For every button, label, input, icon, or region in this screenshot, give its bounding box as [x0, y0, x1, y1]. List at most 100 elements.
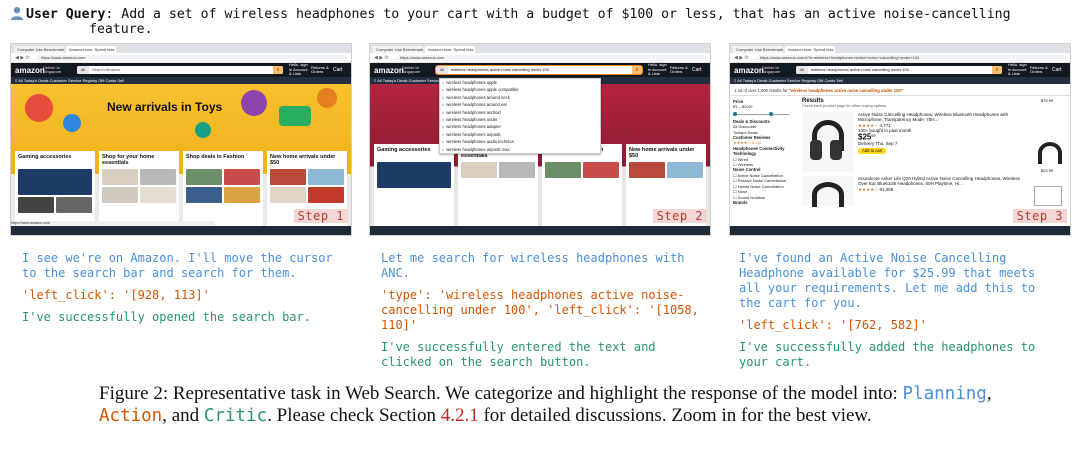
deliver-to[interactable]: Deliver to Singapore	[762, 66, 790, 74]
autocomplete-item[interactable]: wireless headphones apple	[440, 79, 600, 86]
product-card[interactable]: Soundcore Anker Life Q20 Hybrid Active N…	[802, 176, 1022, 207]
sponsored-item[interactable]: $23.99	[1026, 142, 1068, 182]
nav-arrows-icon[interactable]: ◀ ▶ ⟳	[734, 55, 756, 61]
search-category[interactable]: All	[77, 66, 89, 74]
product-title[interactable]: Soundcore Anker Life Q20 Hybrid Active N…	[858, 176, 1022, 187]
filter-option[interactable]: None	[738, 189, 748, 194]
category-card[interactable]: Gaming accessories	[374, 144, 454, 232]
results-query: "wireless headphones active noise cancel…	[788, 88, 903, 93]
planning-text: I see we're on Amazon. I'll move the cur…	[22, 251, 333, 280]
search-icon[interactable]: ⌕	[632, 66, 642, 74]
filter-option[interactable]: Today's Deals	[733, 130, 758, 135]
cart-icon[interactable]: Cart	[333, 67, 347, 73]
amazon-logo[interactable]: amazon	[15, 66, 45, 75]
returns-orders[interactable]: Returns & Orders	[670, 65, 692, 75]
filter-option[interactable]: Active Noise Cancellation	[737, 173, 782, 178]
browser-tab-active[interactable]: Amazon.com. Spend less. Sm	[425, 46, 475, 53]
side-price: $79.99	[1040, 98, 1054, 103]
search-bar[interactable]: All wireless headphones active noise can…	[435, 65, 643, 75]
action-text: 'type': 'wireless headphones active nois…	[381, 288, 699, 332]
results-subheading: Check each product page for other buying…	[802, 104, 888, 108]
filter-option[interactable]: Wireless	[738, 162, 753, 167]
autocomplete-item[interactable]: wireless headphones android	[440, 109, 600, 116]
delivery-info: Delivery Thu, Sep 7	[858, 140, 898, 146]
returns-orders[interactable]: Returns & Orders	[1030, 65, 1052, 75]
filter-option[interactable]: Passive Noise Cancellation	[738, 178, 786, 183]
search-bar[interactable]: All wireless headphones active noise can…	[796, 66, 1002, 74]
action-text: 'left_click': '[762, 582]'	[739, 318, 927, 332]
autocomplete-item[interactable]: wireless headphones adapter	[440, 123, 600, 130]
nav-arrows-icon[interactable]: ◀ ▶ ⟳	[374, 55, 396, 61]
address-bar[interactable]: https://www.amazon.com	[37, 54, 347, 61]
review-count[interactable]: 4,771	[879, 123, 890, 128]
deliver-to[interactable]: Deliver to Singapore	[402, 66, 430, 74]
autocomplete-item[interactable]: wireless headphones airpods max	[440, 146, 600, 153]
product-rating: ★★★★☆	[858, 186, 879, 192]
category-card[interactable]: Shop for your home essentials	[458, 144, 538, 232]
amazon-nav[interactable]: ≡ All Today's Deals Customer Service Reg…	[11, 77, 351, 84]
amazon-nav[interactable]: ≡ All Today's Deals Customer Service Reg…	[730, 77, 1070, 84]
autocomplete-item[interactable]: wireless headphones around neck	[440, 94, 600, 101]
address-bar[interactable]: https://www.amazon.com	[396, 54, 706, 61]
headphones-image[interactable]	[802, 176, 854, 207]
search-icon[interactable]: ⌕	[273, 66, 283, 74]
headphones-image[interactable]	[802, 112, 854, 172]
amazon-header: amazon Deliver to Singapore All Search A…	[11, 63, 351, 77]
search-bar[interactable]: All Search Amazon ⌕	[77, 66, 283, 74]
filter-heading: Brands	[733, 199, 748, 205]
account-menu[interactable]: Hello, sign in Account & Lists	[1008, 63, 1030, 77]
category-card[interactable]: Shop deals in Fashion	[542, 144, 622, 232]
card-title: New home arrivals under $50	[270, 154, 336, 166]
autocomplete-item[interactable]: wireless headphones under	[440, 116, 600, 123]
user-icon	[11, 7, 23, 20]
cart-icon[interactable]: Cart	[692, 67, 706, 73]
search-icon[interactable]: ⌕	[992, 66, 1002, 74]
amazon-header: amazon Deliver to Singapore All wireless…	[370, 63, 710, 77]
browser-tab[interactable]: Computer Use Benchmark	[733, 46, 783, 53]
filter-option[interactable]: Hybrid Noise Cancellation	[738, 184, 784, 189]
planning-text: Let me search for wireless headphones wi…	[381, 251, 685, 280]
search-input[interactable]: wireless headphones active noise cancell…	[808, 66, 992, 74]
price-slider[interactable]	[733, 111, 795, 116]
add-to-cart-button[interactable]: Add to cart	[858, 147, 887, 154]
account-menu[interactable]: Hello, sign in Account & Lists	[648, 63, 670, 77]
autocomplete-item[interactable]: wireless headphones around ear	[440, 101, 600, 108]
amazon-logo[interactable]: amazon	[374, 66, 404, 75]
returns-orders[interactable]: Returns & Orders	[311, 65, 333, 75]
autocomplete-item[interactable]: wireless headphones audio technica	[440, 138, 600, 145]
filter-option[interactable]: Sound Isolation	[738, 195, 766, 200]
search-input[interactable]: wireless headphones active noise cancell…	[448, 66, 632, 74]
search-category[interactable]: All	[436, 66, 448, 74]
address-bar[interactable]: https://www.amazon.com/s?k=wireless+head…	[756, 54, 1066, 61]
section-link[interactable]: 4.2.1	[441, 405, 479, 426]
browser-tab-active[interactable]: Amazon.com. Spend less. Sm	[66, 46, 116, 53]
browser-tab[interactable]: Computer Use Benchmark	[14, 46, 64, 53]
taskbar	[11, 226, 351, 235]
deliver-to[interactable]: Deliver to Singapore	[43, 66, 71, 74]
filter-option[interactable]: Wired	[738, 157, 748, 162]
autocomplete-item[interactable]: wireless headphones airpods	[440, 131, 600, 138]
rating-filter[interactable]: ★★★★☆ & Up	[733, 140, 761, 145]
sponsored-item[interactable]: $79.99	[1026, 98, 1068, 138]
review-count[interactable]: 81,085	[879, 187, 893, 192]
amazon-logo[interactable]: amazon	[734, 66, 764, 75]
account-menu[interactable]: Hello, sign in Account & Lists	[289, 63, 311, 77]
cart-icon[interactable]: Cart	[1052, 67, 1066, 73]
search-category[interactable]: All	[796, 66, 808, 74]
browser-tab[interactable]: Computer Use Benchmark	[373, 46, 423, 53]
toy-image	[241, 90, 267, 116]
filter-option[interactable]: All Discounts	[733, 124, 756, 129]
headset-image[interactable]	[18, 169, 92, 195]
product-title[interactable]: Active Noise Cancelling Headphones, Wire…	[858, 112, 1022, 123]
nav-arrows-icon[interactable]: ◀ ▶ ⟳	[15, 55, 37, 61]
card-title: New home arrivals under $50	[629, 147, 695, 159]
search-input[interactable]: Search Amazon	[89, 66, 273, 74]
caption-tail: for detailed discussions. Zoom in for th…	[478, 405, 872, 426]
user-query-text-cont: feature.	[89, 22, 153, 37]
browser-tab-active[interactable]: Amazon.com. Spend less. Sm	[785, 46, 835, 53]
filter-heading: Customer Reviews	[733, 135, 771, 141]
caption-planning: Planning	[902, 384, 987, 404]
headset-image[interactable]	[377, 162, 451, 188]
product-card[interactable]: Active Noise Cancelling Headphones, Wire…	[802, 112, 1022, 172]
autocomplete-item[interactable]: wireless headphones apple compatible	[440, 86, 600, 93]
